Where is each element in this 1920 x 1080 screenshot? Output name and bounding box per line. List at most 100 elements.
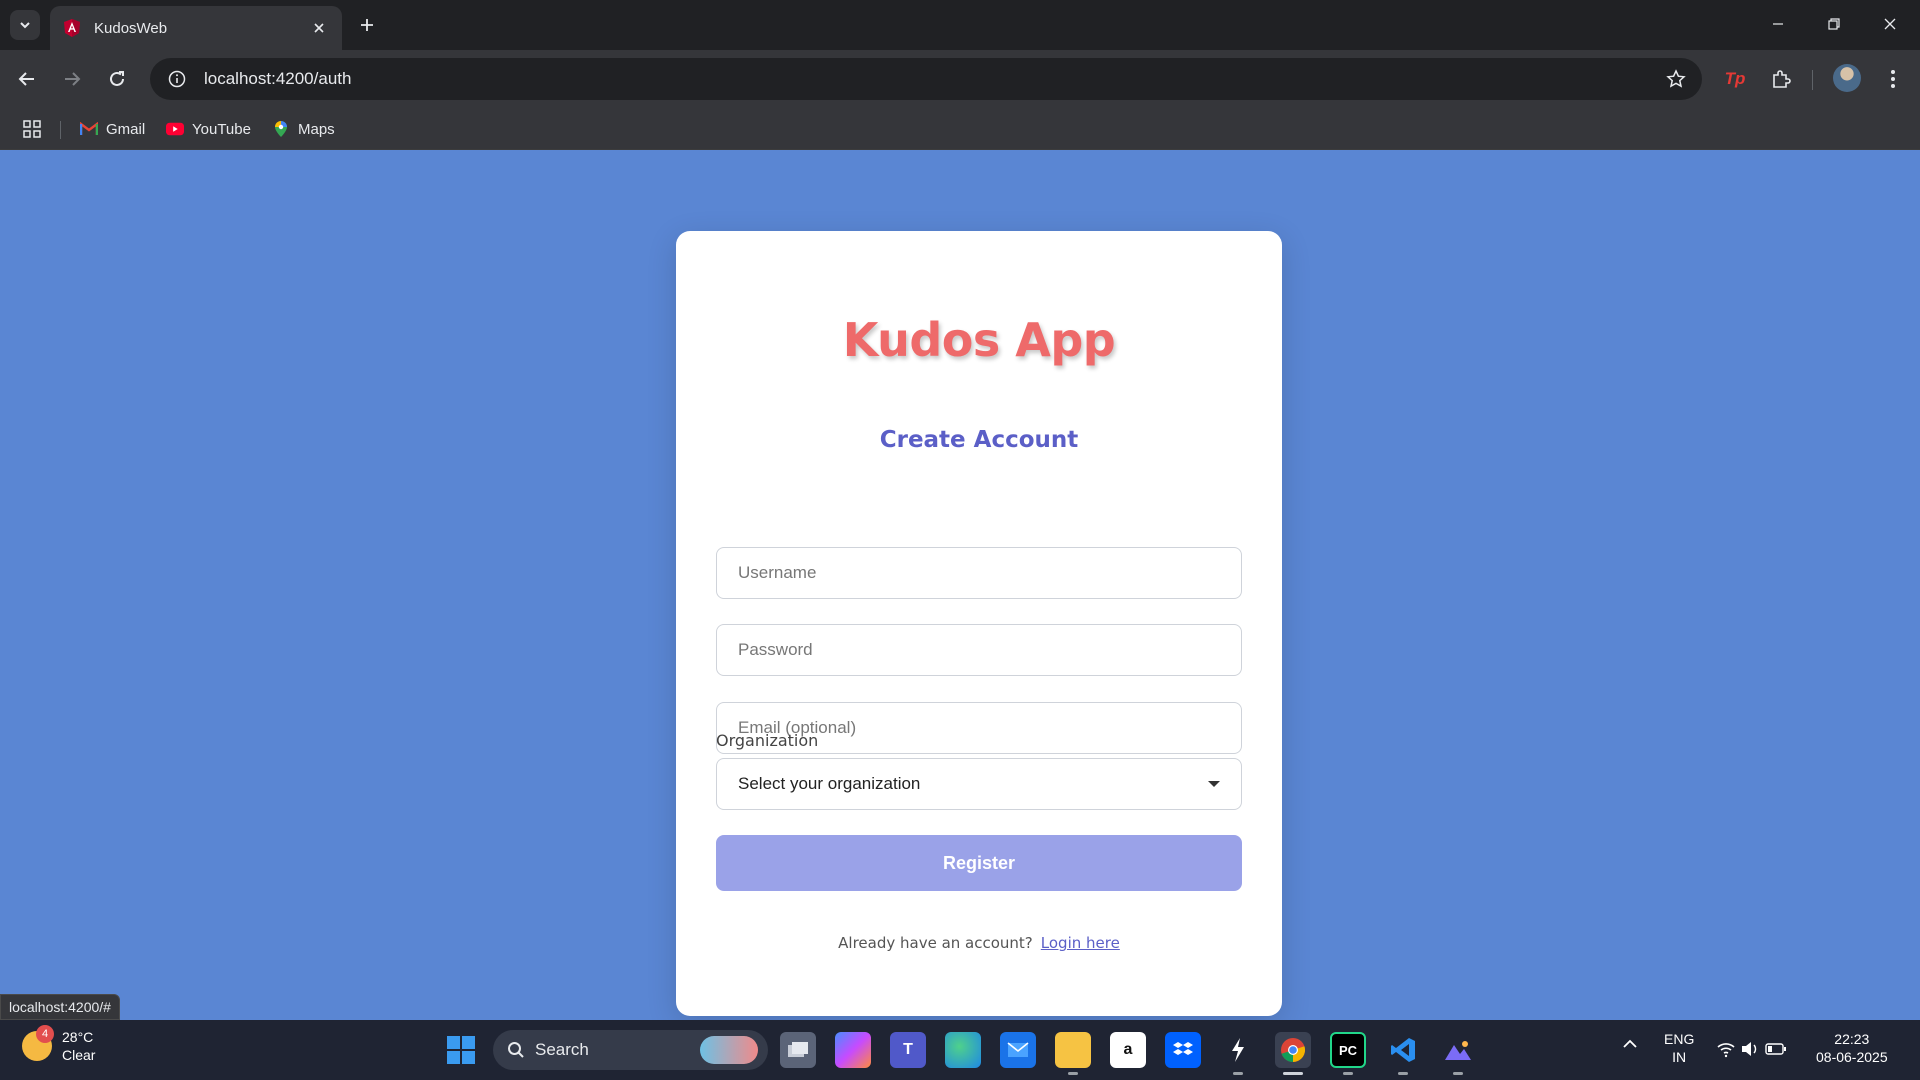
edge-app[interactable] bbox=[945, 1032, 981, 1068]
photos-icon bbox=[1445, 1041, 1471, 1060]
password-input[interactable] bbox=[716, 624, 1242, 676]
chevron-down-icon bbox=[20, 22, 30, 29]
browser-toolbar: localhost:4200/auth Tp bbox=[0, 50, 1920, 108]
angular-icon bbox=[64, 19, 80, 37]
chrome-icon bbox=[1281, 1038, 1306, 1062]
task-view-icon bbox=[788, 1042, 808, 1057]
minimize-button[interactable] bbox=[1750, 0, 1806, 48]
bookmark-star-button[interactable] bbox=[1656, 59, 1696, 99]
bookmark-label: YouTube bbox=[192, 120, 251, 138]
clock-date: 08-06-2025 bbox=[1816, 1049, 1888, 1065]
apps-grid-icon bbox=[23, 120, 41, 138]
bookmark-maps[interactable]: Maps bbox=[272, 116, 335, 142]
bookmark-label: Maps bbox=[298, 120, 335, 138]
bookmark-gmail[interactable]: Gmail bbox=[80, 116, 145, 142]
arrow-right-icon bbox=[65, 72, 81, 86]
chrome-app[interactable] bbox=[1275, 1032, 1311, 1068]
bookmark-youtube[interactable]: YouTube bbox=[166, 116, 251, 142]
teams-app[interactable]: T bbox=[890, 1032, 926, 1068]
search-icon bbox=[508, 1042, 524, 1058]
minimize-icon bbox=[1773, 23, 1783, 25]
dropbox-app[interactable] bbox=[1165, 1032, 1201, 1068]
windows-logo-tile bbox=[462, 1051, 475, 1064]
login-prompt: Already have an account? Login here bbox=[676, 934, 1282, 952]
active-indicator bbox=[1283, 1072, 1303, 1075]
profile-avatar[interactable] bbox=[1833, 64, 1861, 92]
close-window-button[interactable] bbox=[1862, 0, 1918, 48]
clock-time: 22:23 bbox=[1834, 1031, 1870, 1047]
tab-title: KudosWeb bbox=[94, 19, 168, 37]
windows-taskbar: 4 28°C Clear Search T a PC ENG IN 22:23 … bbox=[0, 1020, 1920, 1080]
running-indicator bbox=[1068, 1072, 1078, 1075]
form-title: Create Account bbox=[879, 427, 1079, 453]
network-volume-battery-button[interactable] bbox=[1716, 1040, 1788, 1062]
extension-tp-button[interactable]: Tp bbox=[1718, 62, 1752, 96]
site-info-button[interactable] bbox=[156, 58, 198, 100]
register-card: Kudos App Create Account Organization Se… bbox=[676, 231, 1282, 1016]
amazon-app[interactable]: a bbox=[1110, 1032, 1146, 1068]
tp-extension-icon: Tp bbox=[1724, 69, 1746, 88]
info-icon bbox=[168, 70, 186, 88]
mail-app[interactable] bbox=[1000, 1032, 1036, 1068]
mail-icon bbox=[1007, 1042, 1029, 1057]
browser-tab-active[interactable]: KudosWeb bbox=[50, 6, 342, 50]
extensions-button[interactable] bbox=[1764, 62, 1798, 96]
app-launcher[interactable] bbox=[1220, 1032, 1256, 1068]
pycharm-icon: PC bbox=[1338, 1042, 1358, 1058]
login-link[interactable]: Login here bbox=[1041, 934, 1120, 952]
language-indicator[interactable]: ENG IN bbox=[1664, 1030, 1694, 1066]
show-hidden-icons-button[interactable] bbox=[1622, 1036, 1638, 1054]
running-indicator bbox=[1233, 1072, 1243, 1075]
teams-icon: T bbox=[903, 1041, 913, 1058]
reload-icon bbox=[110, 71, 124, 86]
close-icon bbox=[1884, 18, 1896, 30]
back-button[interactable] bbox=[10, 62, 44, 96]
menu-button[interactable] bbox=[1876, 62, 1910, 96]
bookmarks-bar: Gmail YouTube Maps bbox=[0, 108, 1920, 150]
caret-down-icon bbox=[1208, 781, 1220, 787]
weather-badge: 4 bbox=[36, 1025, 54, 1043]
running-indicator bbox=[1343, 1072, 1353, 1075]
windows-logo-tile bbox=[447, 1051, 460, 1064]
task-view-button[interactable] bbox=[780, 1032, 816, 1068]
photos-app[interactable] bbox=[1440, 1032, 1476, 1068]
reload-button[interactable] bbox=[100, 62, 134, 96]
browser-titlebar: KudosWeb bbox=[0, 0, 1920, 50]
lightning-icon bbox=[1232, 1038, 1244, 1062]
close-tab-button[interactable] bbox=[308, 17, 330, 39]
youtube-icon bbox=[166, 120, 184, 138]
taskbar-search[interactable]: Search bbox=[493, 1030, 768, 1070]
weather-temperature: 28°C bbox=[62, 1029, 94, 1045]
apps-button[interactable] bbox=[20, 117, 44, 141]
system-status-icons bbox=[1717, 1042, 1786, 1058]
address-bar[interactable]: localhost:4200/auth bbox=[150, 58, 1702, 100]
vscode-app[interactable] bbox=[1385, 1032, 1421, 1068]
amazon-icon: a bbox=[1123, 1041, 1133, 1058]
search-label: Search bbox=[535, 1040, 589, 1059]
gmail-icon bbox=[80, 120, 98, 138]
plus-icon bbox=[361, 19, 373, 31]
tab-search-button[interactable] bbox=[10, 10, 40, 40]
organization-select-value: Select your organization bbox=[738, 774, 921, 793]
status-bubble-url: localhost:4200/# bbox=[0, 994, 120, 1020]
arrow-left-icon bbox=[18, 72, 34, 86]
copilot-app[interactable] bbox=[835, 1032, 871, 1068]
clock[interactable]: 22:23 08-06-2025 bbox=[1816, 1030, 1888, 1066]
register-button[interactable]: Register bbox=[716, 835, 1242, 891]
new-tab-button[interactable] bbox=[352, 10, 382, 40]
pycharm-app[interactable]: PC bbox=[1330, 1032, 1366, 1068]
restore-button[interactable] bbox=[1806, 0, 1862, 48]
forward-button[interactable] bbox=[55, 62, 89, 96]
more-vertical-icon bbox=[1891, 70, 1895, 88]
organization-select[interactable]: Select your organization bbox=[716, 758, 1242, 810]
username-input[interactable] bbox=[716, 547, 1242, 599]
url-text[interactable]: localhost:4200/auth bbox=[204, 69, 1656, 89]
vscode-icon bbox=[1391, 1038, 1415, 1062]
start-button[interactable] bbox=[447, 1036, 475, 1064]
chevron-up-icon bbox=[1623, 1039, 1637, 1048]
weather-widget[interactable]: 4 28°C Clear bbox=[22, 1025, 95, 1064]
file-explorer-app[interactable] bbox=[1055, 1032, 1091, 1068]
app-title: Kudos App bbox=[842, 313, 1116, 367]
close-icon bbox=[314, 23, 324, 33]
page-background: Kudos App Create Account Organization Se… bbox=[0, 150, 1920, 1020]
